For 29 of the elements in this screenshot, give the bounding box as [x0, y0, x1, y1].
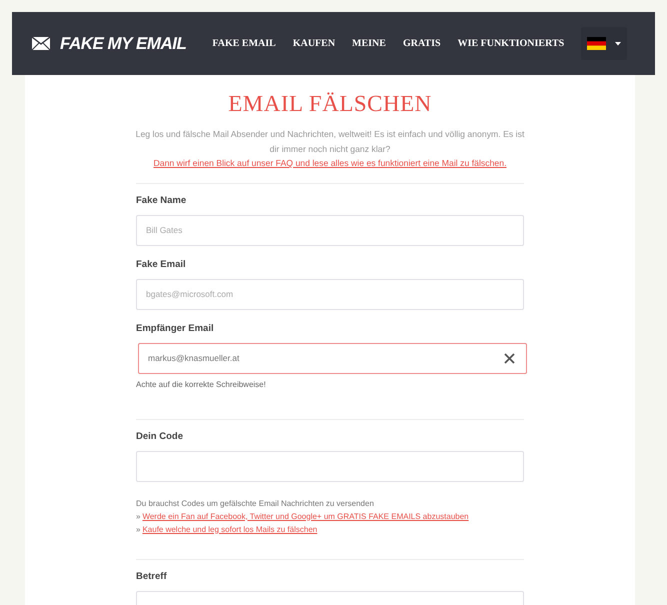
faq-link[interactable]: Dann wirf einen Blick auf unser FAQ und lese alles wie es funktioniert eine Mail zu fälschen. — [154, 158, 506, 168]
page-title: EMAIL FÄLSCHEN — [227, 91, 433, 117]
bullet-mark: » — [136, 524, 140, 534]
language-button[interactable] — [581, 27, 628, 60]
nav-link[interactable]: MEINE — [352, 38, 386, 49]
input-field[interactable] — [136, 450, 524, 482]
help-text: Du brauchst Codes um gefälschte Email Nachrichten zu versenden — [136, 498, 375, 510]
field-label: Empfänger Email — [136, 322, 215, 334]
envelope-icon — [32, 37, 50, 50]
nav-link[interactable]: FAKE EMAIL — [212, 38, 276, 49]
logo-text[interactable]: FAKE MY EMAIL — [60, 34, 186, 54]
help-link[interactable]: Werde ein Fan auf Facebook, Twitter und Google+ um GRATIS FAKE EMAILS abzustauben — [142, 512, 469, 520]
hint-text: Achte auf die korrekte Schreibweise! — [136, 380, 267, 388]
nav-link[interactable]: GRATIS — [402, 38, 441, 49]
caret-icon — [615, 42, 622, 46]
field-label: Fake Name — [136, 194, 188, 206]
close-icon[interactable] — [504, 352, 515, 364]
input-field[interactable]: markus@knasmueller.at — [138, 342, 527, 374]
intro-text: Leg los und fälsche Mail Absender und Nachrichten, weltweit! Es ist einfach und völlig anonym. Es ist dir immer noch nicht ganz klar? Dann wirf einen Blick auf unser FAQ und lese alles wie es funktioniert eine Mail zu fälschen. — [134, 128, 526, 170]
field-label: Dein Code — [136, 430, 184, 442]
help-link[interactable]: Kaufe welche und leg sofort los Mails zu fälschen — [142, 524, 318, 534]
input-field[interactable]: Bill Gates — [136, 214, 524, 246]
input-field[interactable]: bgates@microsoft.com — [136, 278, 524, 310]
flag-icon — [587, 37, 606, 50]
field-label: Betreff — [136, 570, 168, 582]
bullet-mark: » — [136, 512, 140, 520]
field-label: Fake Email — [136, 258, 187, 270]
nav-link[interactable]: WIE FUNKTIONIERTS — [458, 38, 564, 49]
nav-link[interactable]: KAUFEN — [292, 38, 336, 49]
